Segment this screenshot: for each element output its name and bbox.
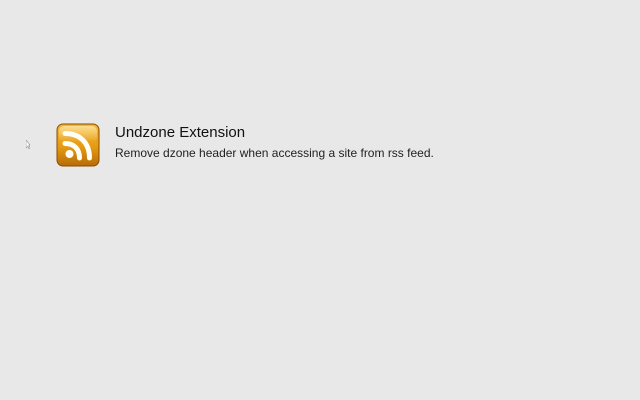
mouse-cursor-icon	[26, 140, 30, 149]
extension-listing[interactable]: Undzone Extension Remove dzone header wh…	[56, 123, 576, 169]
extension-page: Undzone Extension Remove dzone header wh…	[0, 0, 640, 400]
extension-text: Undzone Extension Remove dzone header wh…	[115, 123, 555, 161]
extension-name[interactable]: Undzone Extension	[115, 124, 555, 142]
rss-icon	[56, 123, 100, 167]
extension-description: Remove dzone header when accessing a sit…	[115, 146, 434, 160]
